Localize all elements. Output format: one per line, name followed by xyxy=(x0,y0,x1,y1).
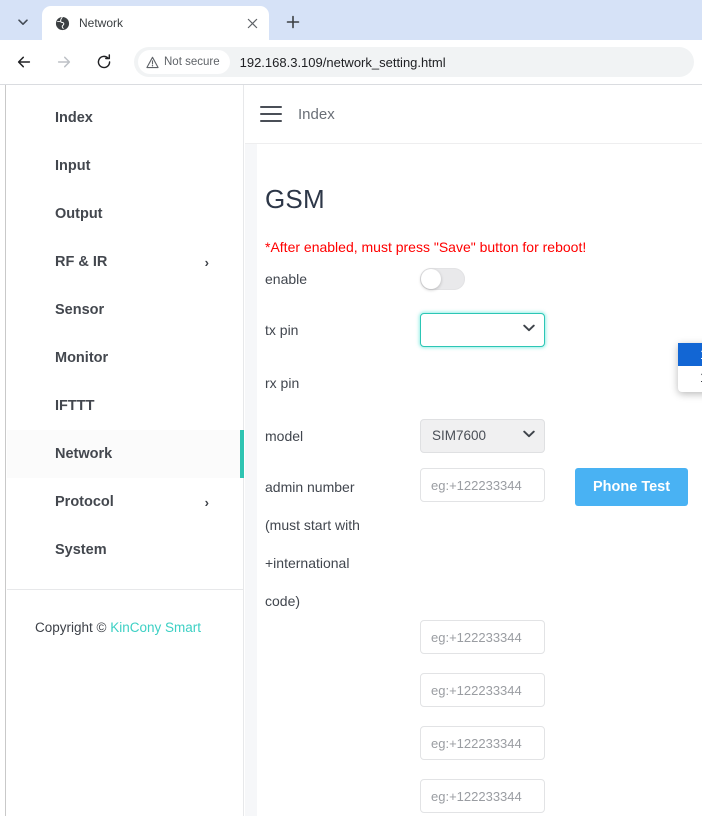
hamburger-icon[interactable] xyxy=(260,106,282,122)
sidebar-item-network[interactable]: Network xyxy=(7,430,244,478)
sidebar: Index Input Output RF & IR › Sensor Moni… xyxy=(7,85,244,816)
chevron-down-icon xyxy=(523,430,535,441)
tx-pin-dropdown[interactable]: 13 14 xyxy=(678,343,702,392)
sidebar-item-monitor[interactable]: Monitor xyxy=(7,334,243,382)
model-value: SIM7600 xyxy=(432,428,487,443)
sidebar-footer: Copyright © KinCony Smart xyxy=(7,590,243,635)
tab-search-button[interactable] xyxy=(6,7,40,37)
extra-number-list xyxy=(265,620,702,813)
admin-number-label-line-4: code) xyxy=(265,593,301,609)
row-tx-pin: tx pin 13 14 xyxy=(265,303,702,392)
chevron-down-icon xyxy=(523,324,535,335)
tx-pin-label: tx pin xyxy=(265,321,299,338)
main-content: Index GSM *After enabled, must press "Sa… xyxy=(245,85,702,816)
sidebar-item-output[interactable]: Output xyxy=(7,190,243,238)
admin-number-label: admin number (must start with +internati… xyxy=(265,468,420,620)
admin-number-label-line-2: (must start with xyxy=(265,517,360,533)
sidebar-item-rf-and-ir[interactable]: RF & IR › xyxy=(7,238,243,286)
globe-icon xyxy=(54,15,70,31)
model-select[interactable]: SIM7600 xyxy=(420,418,545,453)
reload-button[interactable] xyxy=(88,46,120,78)
tab-title: Network xyxy=(79,16,124,30)
tx-pin-select[interactable] xyxy=(420,312,545,347)
admin-number-label-line-3: +international xyxy=(265,555,350,571)
breadcrumb: Index xyxy=(298,105,335,123)
sidebar-item-label: Network xyxy=(55,446,113,462)
model-label: model xyxy=(265,427,304,444)
sidebar-item-label: IFTTT xyxy=(55,398,95,414)
admin-number-input[interactable] xyxy=(420,468,545,502)
extra-number-input-1[interactable] xyxy=(420,620,545,654)
row-model: model SIM7600 xyxy=(265,409,702,462)
copyright-text: Copyright © xyxy=(35,620,111,635)
sidebar-item-input[interactable]: Input xyxy=(7,142,243,190)
sidebar-item-label: RF & IR xyxy=(55,254,108,270)
security-status-chip[interactable]: Not secure xyxy=(138,50,230,74)
warning-message: *After enabled, must press "Save" button… xyxy=(265,239,587,255)
sidebar-item-protocol[interactable]: Protocol › xyxy=(7,478,243,526)
enable-toggle[interactable] xyxy=(420,268,465,290)
tab-strip: Network xyxy=(0,0,702,40)
sidebar-item-label: Monitor xyxy=(55,350,109,366)
gsm-form: enable tx pin rx pin model SIM7600 admin… xyxy=(245,255,702,813)
sidebar-item-index[interactable]: Index xyxy=(7,94,243,142)
extra-number-input-3[interactable] xyxy=(420,726,545,760)
chevron-right-icon: › xyxy=(204,254,209,270)
row-enable: enable xyxy=(265,255,702,303)
sidebar-item-label: System xyxy=(55,542,107,558)
chevron-down-icon xyxy=(18,19,28,25)
dropdown-option-14[interactable]: 14 xyxy=(678,366,702,389)
sidebar-item-label: Output xyxy=(55,206,103,222)
forward-button[interactable] xyxy=(48,46,80,78)
extra-number-row-4 xyxy=(420,779,702,813)
page-viewport: Index Input Output RF & IR › Sensor Moni… xyxy=(0,85,702,816)
row-rx-pin: rx pin xyxy=(265,356,702,409)
arrow-left-icon xyxy=(17,56,31,68)
extra-number-row-1 xyxy=(420,620,702,654)
enable-label: enable xyxy=(265,271,308,287)
close-icon[interactable] xyxy=(243,14,261,32)
brand-link[interactable]: KinCony Smart xyxy=(110,620,201,635)
sidebar-menu: Index Input Output RF & IR › Sensor Moni… xyxy=(7,85,244,574)
warning-triangle-icon xyxy=(146,56,159,68)
browser-toolbar: Not secure 192.168.3.109/network_setting… xyxy=(0,40,702,85)
page-title: GSM xyxy=(265,184,325,214)
row-admin-number: admin number (must start with +internati… xyxy=(265,462,702,620)
new-tab-button[interactable] xyxy=(279,8,307,36)
extra-number-input-4[interactable] xyxy=(420,779,545,813)
arrow-right-icon xyxy=(57,56,71,68)
rx-pin-label: rx pin xyxy=(265,374,300,391)
security-status-label: Not secure xyxy=(164,56,220,68)
sidebar-item-label: Protocol xyxy=(55,494,114,510)
window-left-edge xyxy=(0,85,6,816)
phone-test-button[interactable]: Phone Test xyxy=(575,468,689,506)
sidebar-item-sensor[interactable]: Sensor xyxy=(7,286,243,334)
sidebar-item-system[interactable]: System xyxy=(7,526,243,574)
toggle-knob xyxy=(421,269,441,289)
sidebar-item-label: Index xyxy=(55,110,93,126)
address-bar[interactable]: Not secure 192.168.3.109/network_setting… xyxy=(134,47,694,77)
content-topbar: Index xyxy=(245,85,702,144)
content-body: GSM *After enabled, must press "Save" bu… xyxy=(245,144,702,816)
sidebar-item-ifttt[interactable]: IFTTT xyxy=(7,382,243,430)
plus-icon xyxy=(286,15,300,29)
sidebar-item-label: Input xyxy=(55,158,91,174)
sidebar-item-label: Sensor xyxy=(55,302,105,318)
back-button[interactable] xyxy=(8,46,40,78)
extra-number-input-2[interactable] xyxy=(420,673,545,707)
extra-number-row-2 xyxy=(420,673,702,707)
browser-tab[interactable]: Network xyxy=(42,6,269,40)
browser-window: Network Not secure 192.168.3.109/network… xyxy=(0,0,702,816)
chevron-right-icon: › xyxy=(204,494,209,510)
admin-number-label-line-1: admin number xyxy=(265,479,355,495)
dropdown-option-13[interactable]: 13 xyxy=(678,343,702,366)
extra-number-row-3 xyxy=(420,726,702,760)
url-text: 192.168.3.109/network_setting.html xyxy=(239,54,446,70)
reload-icon xyxy=(97,54,111,69)
